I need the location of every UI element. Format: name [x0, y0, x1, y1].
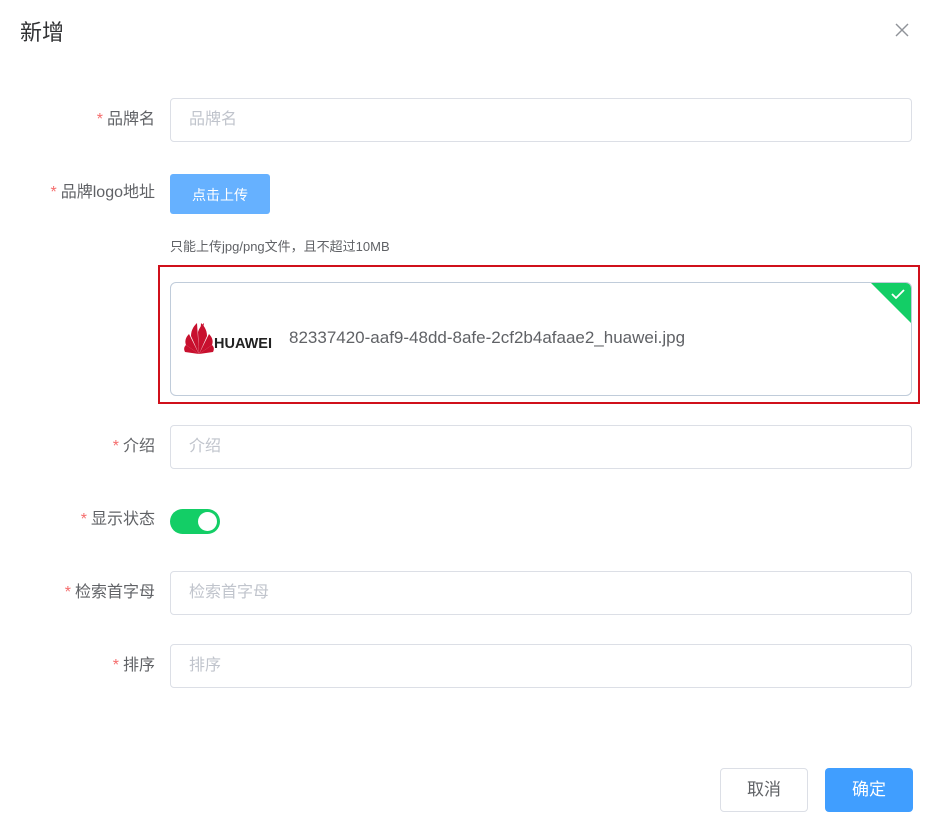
brand-logo-label-text: 品牌logo地址 [60, 184, 155, 201]
close-icon[interactable] [892, 20, 912, 40]
required-star: * [112, 657, 119, 674]
show-status-label: * 显示状态 [15, 498, 155, 542]
brand-name-label: * 品牌名 [15, 98, 155, 142]
first-letter-input[interactable] [170, 571, 912, 615]
sort-label: * 排序 [15, 644, 155, 688]
first-letter-label: * 检索首字母 [15, 571, 155, 615]
upload-tip: 只能上传jpg/png文件，且不超过10MB [170, 239, 390, 254]
cancel-button[interactable]: 取消 [720, 768, 808, 812]
uploaded-file-item[interactable]: HUAWEI 82337420-aaf9-48dd-8afe-2cf2b4afa… [170, 282, 912, 396]
description-label: * 介绍 [15, 425, 155, 469]
brand-name-input[interactable] [170, 98, 912, 142]
sort-label-text: 排序 [122, 657, 155, 674]
check-icon [871, 283, 911, 323]
required-star: * [64, 584, 71, 601]
huawei-logo-text: HUAWEI [214, 335, 272, 352]
first-letter-label-text: 检索首字母 [74, 584, 155, 601]
show-status-label-text: 显示状态 [90, 511, 155, 528]
show-status-switch[interactable] [170, 509, 220, 534]
required-star: * [112, 438, 119, 455]
upload-button[interactable]: 点击上传 [170, 174, 270, 214]
description-label-text: 介绍 [122, 438, 155, 455]
uploaded-file-name: 82337420-aaf9-48dd-8afe-2cf2b4afaae2_hua… [289, 328, 686, 347]
required-star: * [80, 511, 87, 528]
confirm-button[interactable]: 确定 [825, 768, 913, 812]
description-input[interactable] [170, 425, 912, 469]
dialog-title: 新增 [20, 20, 65, 45]
switch-knob [198, 512, 217, 531]
sort-input[interactable] [170, 644, 912, 688]
required-star: * [50, 184, 57, 201]
required-star: * [96, 111, 103, 128]
brand-logo-label: * 品牌logo地址 [15, 171, 156, 215]
huawei-logo: HUAWEI [183, 310, 273, 370]
brand-name-label-text: 品牌名 [106, 111, 155, 128]
